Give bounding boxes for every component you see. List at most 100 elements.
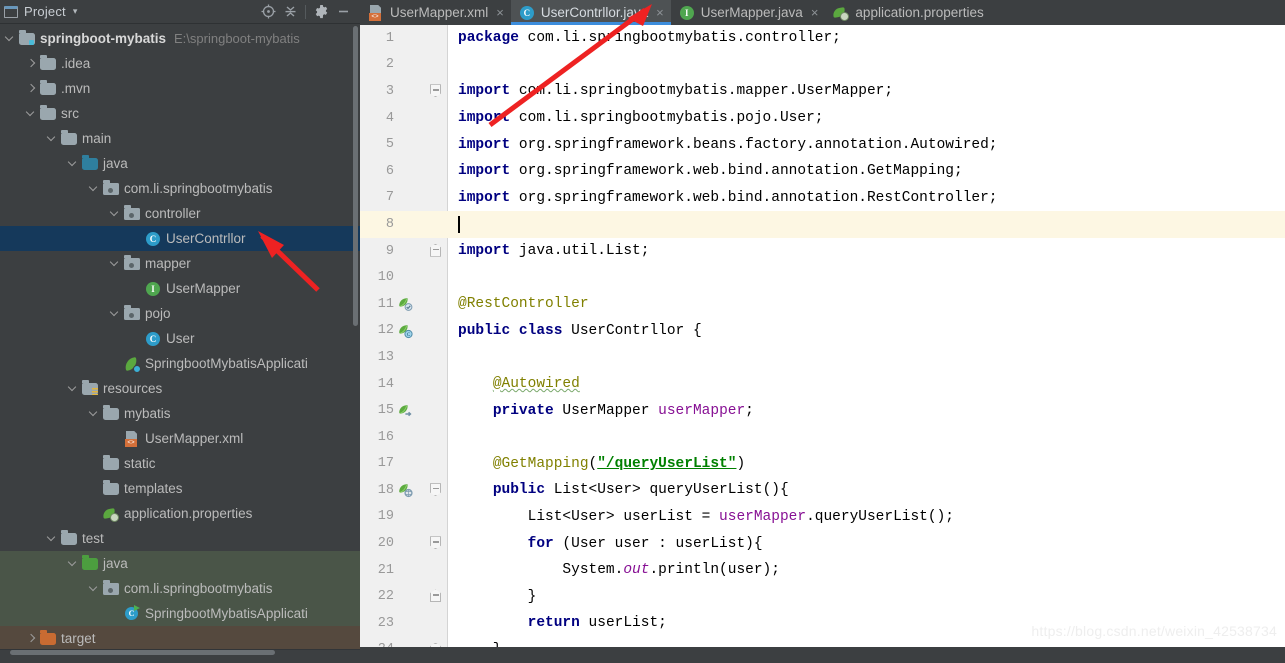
collapse-all-icon[interactable] xyxy=(279,2,301,22)
spring-map-icon[interactable] xyxy=(397,482,415,498)
gutter-line-9[interactable]: 9 xyxy=(360,238,448,265)
tree-node-springbootmybatisapplicati[interactable]: C SpringbootMybatisApplicati xyxy=(0,601,360,626)
gutter-line-18[interactable]: 18 xyxy=(360,477,448,504)
editor-gutter[interactable]: 123456789101112C131415161718192021222324 xyxy=(360,25,448,647)
tree-node-springboot-mybatis[interactable]: springboot-mybatis E:\springboot-mybatis xyxy=(0,26,360,51)
chevron-down-icon[interactable] xyxy=(46,532,59,545)
code-line-17[interactable]: @GetMapping("/queryUserList") xyxy=(458,451,1285,478)
code-line-19[interactable]: List<User> userList = userMapper.queryUs… xyxy=(458,504,1285,531)
chevron-down-icon[interactable] xyxy=(4,32,17,45)
tree-node-templates[interactable]: templates xyxy=(0,476,360,501)
code-line-5[interactable]: import org.springframework.beans.factory… xyxy=(458,131,1285,158)
fold-up-icon[interactable] xyxy=(430,243,441,257)
fold-down-icon[interactable] xyxy=(430,84,441,98)
tree-vertical-scrollbar[interactable] xyxy=(353,26,358,326)
tree-horizontal-scrollbar[interactable] xyxy=(10,650,275,655)
chevron-down-icon[interactable] xyxy=(46,132,59,145)
code-line-3[interactable]: import com.li.springbootmybatis.mapper.U… xyxy=(458,78,1285,105)
gutter-line-10[interactable]: 10 xyxy=(360,264,448,291)
chevron-down-icon[interactable] xyxy=(109,257,122,270)
code-line-23[interactable]: return userList; xyxy=(458,610,1285,637)
code-line-12[interactable]: public class UserContrllor { xyxy=(458,318,1285,345)
chevron-right-icon[interactable] xyxy=(25,82,38,95)
gutter-line-2[interactable]: 2 xyxy=(360,52,448,79)
tree-node-src[interactable]: src xyxy=(0,101,360,126)
tree-node-usermapper-xml[interactable]: <> UserMapper.xml xyxy=(0,426,360,451)
chevron-right-icon[interactable] xyxy=(25,57,38,70)
code-line-1[interactable]: package com.li.springbootmybatis.control… xyxy=(458,25,1285,52)
chevron-down-icon[interactable] xyxy=(25,107,38,120)
tree-node-static[interactable]: static xyxy=(0,451,360,476)
code-line-4[interactable]: import com.li.springbootmybatis.pojo.Use… xyxy=(458,105,1285,132)
gutter-line-23[interactable]: 23 xyxy=(360,610,448,637)
code-line-18[interactable]: public List<User> queryUserList(){ xyxy=(458,477,1285,504)
close-icon[interactable]: × xyxy=(811,6,819,19)
gutter-line-3[interactable]: 3 xyxy=(360,78,448,105)
editor-tab-bar[interactable]: <> UserMapper.xml × C UserContrllor.java × I Us… xyxy=(360,0,1285,25)
gutter-line-22[interactable]: 22 xyxy=(360,583,448,610)
tree-node-main[interactable]: main xyxy=(0,126,360,151)
tree-node--idea[interactable]: .idea xyxy=(0,51,360,76)
code-line-24[interactable]: } xyxy=(458,637,1285,647)
tree-node-usermapper[interactable]: I UserMapper xyxy=(0,276,360,301)
tree-node-controller[interactable]: controller xyxy=(0,201,360,226)
code-line-15[interactable]: private UserMapper userMapper; xyxy=(458,397,1285,424)
tree-node-java[interactable]: java xyxy=(0,551,360,576)
code-line-9[interactable]: import java.util.List; xyxy=(458,238,1285,265)
tree-node-com-li-springbootmybatis[interactable]: com.li.springbootmybatis xyxy=(0,576,360,601)
code-line-11[interactable]: @RestController xyxy=(458,291,1285,318)
minimize-icon[interactable] xyxy=(332,2,354,22)
spring-class-icon[interactable]: C xyxy=(397,323,415,339)
editor-tab-usermapper-xml[interactable]: <> UserMapper.xml × xyxy=(360,0,511,25)
code-line-2[interactable] xyxy=(458,52,1285,79)
gutter-line-19[interactable]: 19 xyxy=(360,504,448,531)
fold-up-icon[interactable] xyxy=(430,589,441,603)
locate-icon[interactable] xyxy=(257,2,279,22)
gutter-line-12[interactable]: 12 C xyxy=(360,318,448,345)
tree-node-usercontrllor[interactable]: C UserContrllor xyxy=(0,226,360,251)
gear-icon[interactable] xyxy=(310,2,332,22)
tree-node-test[interactable]: test xyxy=(0,526,360,551)
code-line-10[interactable] xyxy=(458,264,1285,291)
gutter-line-5[interactable]: 5 xyxy=(360,131,448,158)
fold-down-icon[interactable] xyxy=(430,536,441,550)
gutter-line-21[interactable]: 21 xyxy=(360,557,448,584)
gutter-line-4[interactable]: 4 xyxy=(360,105,448,132)
gutter-line-6[interactable]: 6 xyxy=(360,158,448,185)
chevron-down-icon[interactable] xyxy=(67,157,80,170)
gutter-line-1[interactable]: 1 xyxy=(360,25,448,52)
tree-node-mapper[interactable]: mapper xyxy=(0,251,360,276)
editor-tab-application-properties[interactable]: application.properties xyxy=(825,0,996,25)
chevron-right-icon[interactable] xyxy=(25,632,38,645)
tree-node-target[interactable]: target xyxy=(0,626,360,649)
code-line-16[interactable] xyxy=(458,424,1285,451)
gutter-line-8[interactable]: 8 xyxy=(360,211,448,238)
code-line-6[interactable]: import org.springframework.web.bind.anno… xyxy=(458,158,1285,185)
chevron-down-icon[interactable] xyxy=(88,582,101,595)
spring-bean-icon[interactable] xyxy=(397,296,415,312)
tree-node-mybatis[interactable]: mybatis xyxy=(0,401,360,426)
gutter-line-11[interactable]: 11 xyxy=(360,291,448,318)
gutter-line-15[interactable]: 15 xyxy=(360,397,448,424)
chevron-down-icon[interactable] xyxy=(109,207,122,220)
code-line-21[interactable]: System.out.println(user); xyxy=(458,557,1285,584)
tree-node--mvn[interactable]: .mvn xyxy=(0,76,360,101)
project-tree[interactable]: springboot-mybatis E:\springboot-mybatis.… xyxy=(0,24,360,649)
code-line-13[interactable] xyxy=(458,344,1285,371)
chevron-down-icon[interactable]: ▾ xyxy=(73,7,78,16)
gutter-line-20[interactable]: 20 xyxy=(360,530,448,557)
tree-node-resources[interactable]: resources xyxy=(0,376,360,401)
fold-down-icon[interactable] xyxy=(430,483,441,497)
gutter-line-13[interactable]: 13 xyxy=(360,344,448,371)
tree-node-springbootmybatisapplicati[interactable]: SpringbootMybatisApplicati xyxy=(0,351,360,376)
tree-node-application-properties[interactable]: application.properties xyxy=(0,501,360,526)
gutter-line-7[interactable]: 7 xyxy=(360,185,448,212)
code-line-20[interactable]: for (User user : userList){ xyxy=(458,530,1285,557)
gutter-line-16[interactable]: 16 xyxy=(360,424,448,451)
editor-tab-usercontrllor-java[interactable]: C UserContrllor.java × xyxy=(510,0,671,25)
tree-node-com-li-springbootmybatis[interactable]: com.li.springbootmybatis xyxy=(0,176,360,201)
chevron-down-icon[interactable] xyxy=(88,407,101,420)
tree-node-user[interactable]: C User xyxy=(0,326,360,351)
code-line-14[interactable]: @Autowired xyxy=(458,371,1285,398)
code-line-22[interactable]: } xyxy=(458,583,1285,610)
